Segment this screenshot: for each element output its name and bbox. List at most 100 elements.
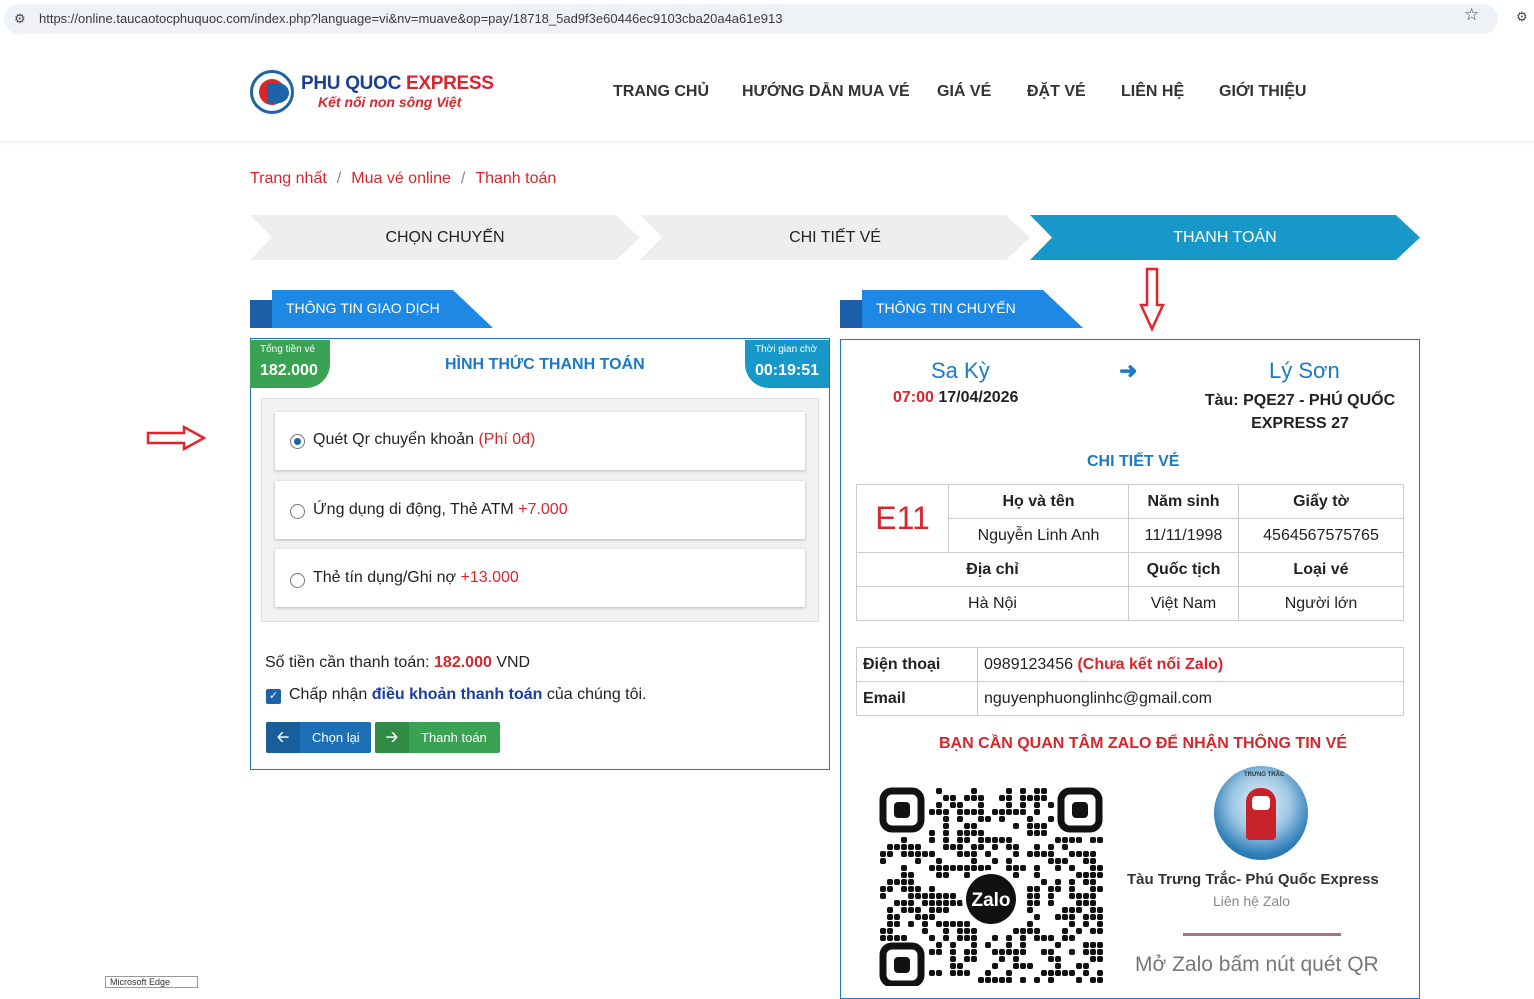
breadcrumb-home[interactable]: Trang nhất	[250, 170, 327, 187]
breadcrumb-payment[interactable]: Thanh toán	[475, 170, 556, 187]
zalo-scan-hint: Mở Zalo bấm nút quét QR	[1135, 953, 1379, 976]
zalo-alert: BẠN CẦN QUAN TÂM ZALO ĐỂ NHẬN THÔNG TIN …	[939, 735, 1347, 752]
option-fee: (Phí 0đ)	[478, 431, 536, 448]
header-nationality: Quốc tịch	[1128, 552, 1239, 587]
ticket-details-title: CHI TIẾT VÉ	[1087, 453, 1180, 470]
radio-unselected-icon[interactable]	[290, 573, 305, 588]
agree-prefix: Chấp nhận	[289, 686, 368, 703]
back-button[interactable]: 🡠 Chọn lại	[266, 722, 371, 753]
departure-station: Sa Kỳ	[931, 358, 990, 383]
ticket-table: E11 Họ và tên Năm sinh Giấy tờ Nguyễn Li…	[856, 484, 1404, 621]
arrow-left-icon: 🡠	[266, 722, 300, 753]
seat-number: E11	[856, 484, 949, 553]
total-label: Tổng tiền vé	[260, 344, 316, 355]
amount-unit: VND	[496, 654, 531, 671]
nav-contact[interactable]: LIÊN HỆ	[1121, 83, 1184, 101]
timer-value: 00:19:51	[755, 362, 820, 379]
address-url[interactable]: https://online.taucaotocphuquoc.com/inde…	[39, 11, 782, 26]
extensions-icon[interactable]: ⚙	[1516, 9, 1528, 25]
site-settings-icon[interactable]: ⚙	[14, 11, 30, 27]
pay-button-label: Thanh toán	[421, 730, 487, 745]
brand-logo-icon[interactable]	[250, 70, 294, 114]
arrow-right-icon: ➜	[1119, 358, 1138, 383]
phone-cell: 0989123456 (Chưa kết nối Zalo)	[977, 647, 1404, 682]
zalo-avatar-caption: TRƯNG TRẮC	[1244, 772, 1285, 778]
payment-method-heading: HÌNH THỨC THANH TOÁN	[445, 356, 645, 373]
total-badge: Tổng tiền vé 182.000	[250, 340, 330, 388]
radio-selected-icon[interactable]	[290, 434, 305, 449]
brand-name[interactable]: PHU QUOC EXPRESS	[301, 73, 494, 95]
step-label: THANH TOÁN	[1173, 229, 1277, 246]
zalo-account-name: Tàu Trưng Trắc- Phú Quốc Express	[1127, 871, 1379, 888]
transaction-tab: THÔNG TIN GIAO DỊCH	[250, 290, 494, 328]
brand-name-part2: EXPRESS	[405, 73, 494, 94]
depart-time: 07:00	[893, 389, 934, 406]
passenger-birth: 11/11/1998	[1128, 518, 1239, 553]
trip-tab: THÔNG TIN CHUYẾN	[840, 290, 1084, 328]
pay-button[interactable]: 🡢 Thanh toán	[375, 722, 500, 753]
zalo-avatar-icon: TRƯNG TRẮC	[1214, 766, 1308, 860]
ship-name: PQE27 - PHÚ QUỐC EXPRESS 27	[1243, 392, 1396, 432]
annotation-arrow-down-icon	[1139, 267, 1165, 333]
timer-label: Thời gian chờ	[755, 344, 818, 355]
email-value: nguyenphuonglinhc@gmail.com	[977, 681, 1404, 716]
phone-label: Điện thoại	[856, 647, 978, 682]
zalo-divider	[1183, 933, 1341, 936]
zalo-contact-label[interactable]: Liên hệ Zalo	[1213, 893, 1290, 909]
nav-home[interactable]: TRANG CHỦ	[613, 83, 709, 101]
address-bar[interactable]: ⚙ https://online.taucaotocphuquoc.com/in…	[4, 4, 1498, 34]
phone-value: 0989123456	[984, 655, 1073, 673]
email-label: Email	[856, 681, 978, 716]
passenger-ticket-type: Người lớn	[1238, 586, 1404, 621]
payment-option-mobile-atm[interactable]: Ứng dụng di động, Thẻ ATM +7.000	[275, 481, 805, 539]
option-label: Ứng dụng di động, Thẻ ATM	[313, 501, 514, 518]
taskbar-edge-tooltip: Microsoft Edge	[105, 976, 198, 988]
passenger-nationality: Việt Nam	[1128, 586, 1239, 621]
zalo-qr-code: Zalo	[878, 786, 1104, 986]
brand-slogan: Kết nối non sông Việt	[318, 94, 462, 110]
nav-book-ticket[interactable]: ĐẶT VÉ	[1027, 83, 1086, 101]
trip-tab-title: THÔNG TIN CHUYẾN	[876, 300, 1016, 316]
payment-option-credit-card[interactable]: Thẻ tín dụng/Ghi nợ +13.000	[275, 549, 805, 607]
site-header: PHU QUOC EXPRESS Kết nối non sông Việt T…	[0, 40, 1534, 142]
payment-option-qr[interactable]: Quét Qr chuyển khoản (Phí 0đ)	[275, 412, 805, 470]
contact-table: Điện thoại 0989123456 (Chưa kết nối Zalo…	[856, 647, 1404, 716]
header-fullname: Họ và tên	[948, 484, 1129, 519]
passenger-address: Hà Nội	[856, 586, 1129, 621]
step-payment-active: THANH TOÁN	[1030, 215, 1420, 260]
step-label: CHỌN CHUYẾN	[385, 229, 505, 246]
depart-date: 17/04/2026	[938, 389, 1019, 406]
option-label: Quét Qr chuyển khoản	[313, 431, 474, 448]
transaction-tab-title: THÔNG TIN GIAO DỊCH	[286, 300, 440, 316]
nav-prices[interactable]: GIÁ VÉ	[937, 83, 991, 101]
amount-value: 182.000	[434, 654, 492, 671]
amount-label: Số tiền cần thanh toán:	[265, 654, 430, 671]
amount-due: Số tiền cần thanh toán: 182.000 VND	[265, 654, 530, 672]
breadcrumb-separator: /	[460, 170, 466, 187]
passenger-id: 4564567575765	[1238, 518, 1404, 553]
ship-info: Tàu: PQE27 - PHÚ QUỐC EXPRESS 27	[1200, 389, 1400, 435]
breadcrumb-separator: /	[336, 170, 342, 187]
terms-link[interactable]: điều khoản thanh toán	[372, 686, 543, 703]
breadcrumb: Trang nhất / Mua vé online / Thanh toán	[250, 170, 556, 188]
browser-toolbar: ⚙ https://online.taucaotocphuquoc.com/in…	[0, 0, 1534, 40]
header-birth-year: Năm sinh	[1128, 484, 1239, 519]
option-fee: +13.000	[460, 569, 519, 586]
terms-checkbox[interactable]: ✓	[266, 689, 281, 704]
back-button-label: Chọn lại	[312, 730, 360, 745]
departure-time: 07:00 17/04/2026	[893, 389, 1018, 407]
breadcrumb-buy-online[interactable]: Mua vé online	[351, 170, 451, 187]
option-label: Thẻ tín dụng/Ghi nợ	[313, 569, 457, 586]
header-id-document: Giấy tờ	[1238, 484, 1404, 519]
favorite-star-icon[interactable]: ☆	[1464, 5, 1479, 25]
header-address: Địa chỉ	[856, 552, 1129, 587]
header-ticket-type: Loại vé	[1238, 552, 1404, 587]
radio-unselected-icon[interactable]	[290, 504, 305, 519]
timer-badge: Thời gian chờ 00:19:51	[745, 340, 829, 388]
zalo-qr-logo: Zalo	[971, 890, 1010, 911]
passenger-name: Nguyễn Linh Anh	[948, 518, 1129, 553]
step-label: CHI TIẾT VÉ	[789, 229, 881, 246]
nav-about[interactable]: GIỚI THIỆU	[1219, 83, 1306, 101]
nav-buying-guide[interactable]: HƯỚNG DẪN MUA VÉ	[742, 83, 910, 101]
brand-name-part1: PHU QUOC	[301, 73, 401, 94]
